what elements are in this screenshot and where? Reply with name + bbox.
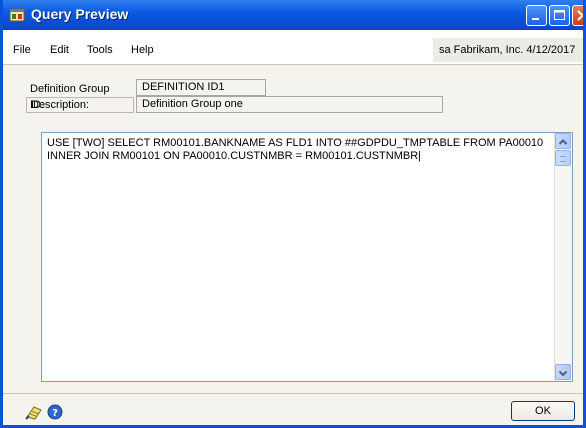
notes-icon[interactable] (25, 404, 43, 420)
scroll-up-icon (558, 139, 568, 145)
maximize-button[interactable] (549, 5, 570, 26)
menu-file[interactable]: File (13, 44, 31, 56)
description-field[interactable]: Definition Group one (136, 96, 443, 113)
query-text[interactable]: USE [TWO] SELECT RM00101.BANKNAME AS FLD… (47, 137, 553, 163)
user-company-date-info: sa Fabrikam, Inc. 4/12/2017 (433, 38, 583, 62)
app-window-icon (9, 8, 25, 22)
query-preview-window: Query Preview File Edit Tools Help sa Fa… (0, 0, 586, 428)
title-bar[interactable]: Query Preview (3, 0, 583, 30)
help-icon[interactable]: ? (47, 404, 63, 420)
menu-tools[interactable]: Tools (87, 44, 113, 56)
scroll-up-button[interactable] (555, 133, 571, 149)
minimize-icon (532, 18, 539, 20)
ok-button[interactable]: OK (511, 401, 575, 421)
window-title: Query Preview (31, 6, 129, 22)
vertical-scrollbar[interactable] (554, 133, 572, 381)
svg-text:?: ? (52, 408, 58, 419)
scroll-down-icon (558, 370, 568, 377)
scroll-down-button[interactable] (555, 364, 571, 380)
query-text-area[interactable]: USE [TWO] SELECT RM00101.BANKNAME AS FLD… (41, 132, 573, 382)
menu-bar: File Edit Tools Help sa Fabrikam, Inc. 4… (3, 30, 583, 65)
minimize-button[interactable] (526, 5, 547, 26)
close-icon (577, 10, 583, 21)
footer-divider (3, 393, 583, 394)
menu-help[interactable]: Help (131, 44, 154, 56)
definition-group-id-label: Definition Group ID: (30, 83, 110, 111)
close-button[interactable] (572, 5, 583, 26)
menu-edit[interactable]: Edit (50, 44, 69, 56)
definition-group-id-field[interactable]: DEFINITION ID1 (136, 79, 266, 96)
maximize-icon (554, 10, 565, 20)
description-label: Description: (26, 97, 134, 113)
scroll-thumb[interactable] (555, 150, 571, 166)
